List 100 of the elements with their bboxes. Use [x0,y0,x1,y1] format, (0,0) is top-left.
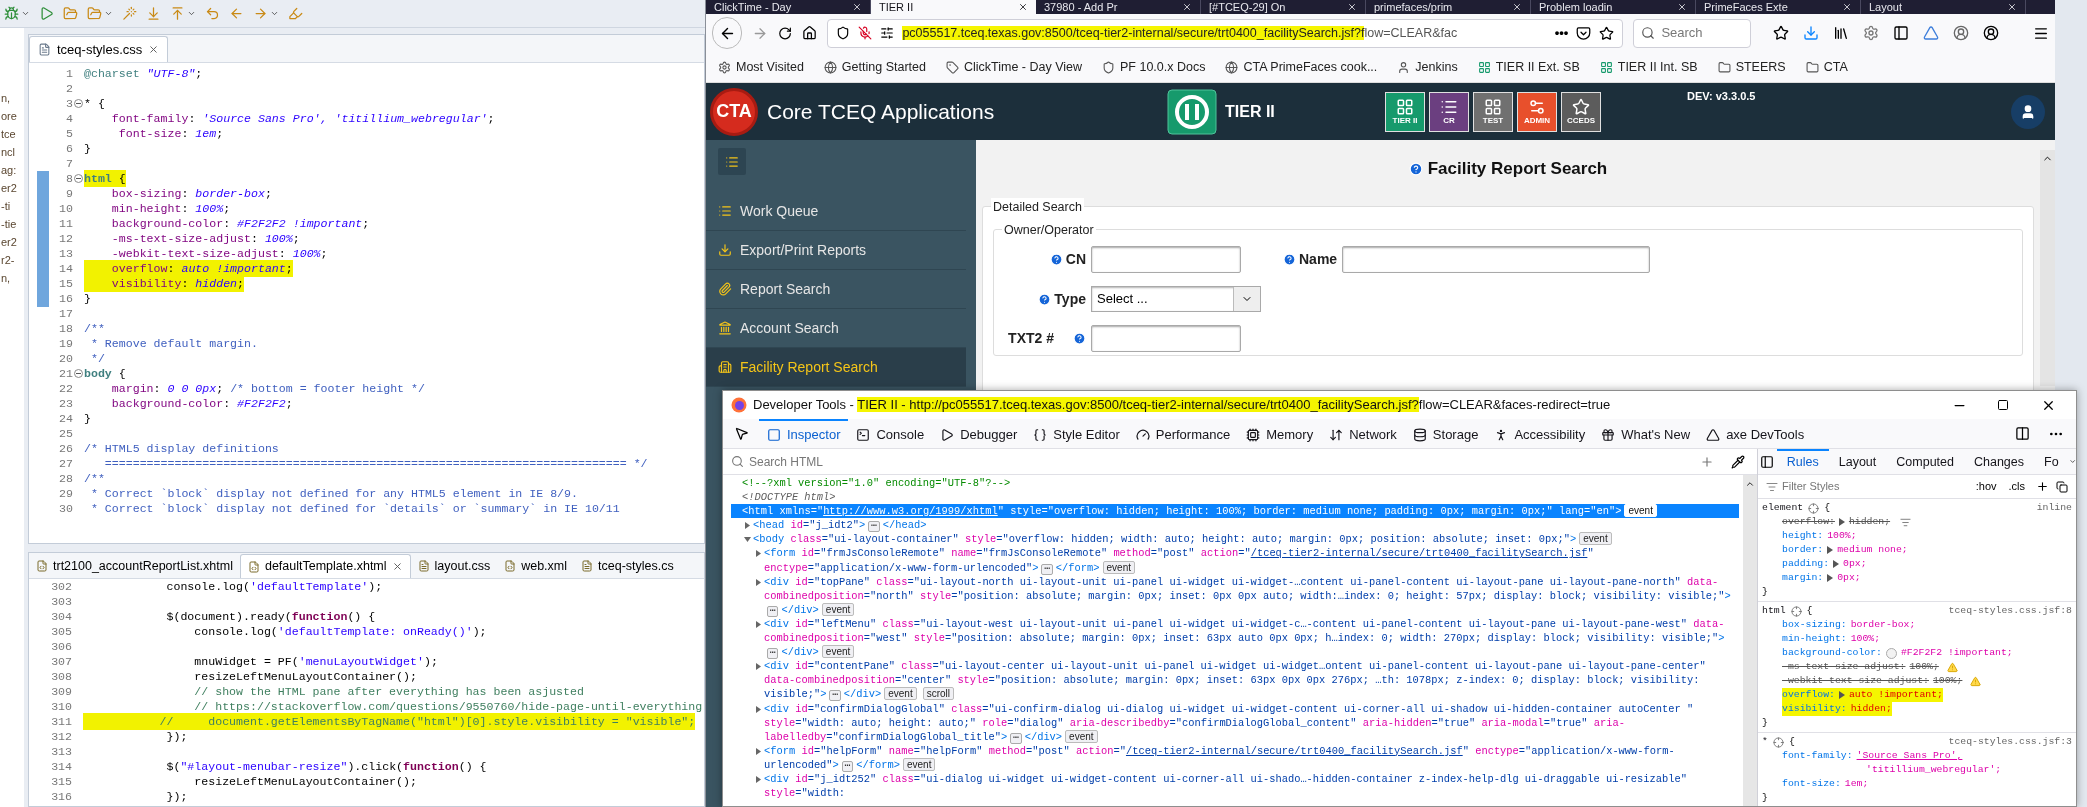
search-field[interactable]: Search [1633,18,1751,48]
collapsed-triangle-icon[interactable] [755,705,762,713]
expanded-triangle-icon[interactable] [744,536,751,544]
devtools-tab[interactable]: axe DevTools [1698,419,1813,448]
devtools-tab[interactable]: Storage [1404,419,1487,448]
rule-source[interactable]: tceq-styles.css.jsf:8 [1948,604,2072,618]
star-icon[interactable] [1599,25,1615,41]
pseudo-toggle[interactable]: :hov [1975,478,1997,495]
markup-node[interactable]: <!DOCTYPE html> [731,490,1739,505]
filter-icon[interactable] [1900,516,1912,528]
property-value[interactable]: medium none; [1837,543,1908,557]
menu-item[interactable]: Work Queue [706,192,966,231]
fold-icon[interactable] [74,174,83,183]
property-name[interactable]: overflow: [1782,688,1835,702]
event-badge[interactable]: event [821,645,855,659]
event-badge[interactable]: event [1624,504,1657,518]
collapsed-ellipsis[interactable]: ⋯ [1010,732,1022,744]
markup-node[interactable]: <head id="j_idt2"> ⋯ </head> [731,518,1739,533]
filter-styles-field[interactable]: Filter Styles [1782,478,1968,495]
bookmark[interactable]: TIER II Int. SB [1599,57,1698,77]
property-value[interactable]: 100%; [1827,529,1857,543]
property-value[interactable]: 100%; [1909,660,1939,674]
markup-node[interactable]: <form id="helpForm" name="helpForm" method="post" action="/tceq-tier2-internal/secure/trt0400_facilitySearch.jsf" enctype="application/x-www-form-urlencoded"> ⋯ </form> event [731,743,1739,772]
property-name[interactable]: font-size: [1782,777,1841,791]
more-actions[interactable]: ••• [1554,23,1569,43]
fold-icon[interactable] [74,369,83,378]
reload-icon[interactable] [778,25,793,41]
pseudo-toggle[interactable]: .cls [2008,478,2025,495]
devtools-tab[interactable]: Memory [1238,419,1322,448]
caret-icon[interactable] [187,9,196,18]
bookmarks-icon[interactable] [1773,25,1789,41]
markup-node[interactable]: <body class="ui-layout-container" style="overflow: hidden; width: auto; height: auto; margin: 0px; position: absolute; inset: 0px;"> event [731,532,1739,547]
editor-tab[interactable]: tceq-styles.css [29,36,169,62]
help-icon[interactable] [1408,162,1423,176]
scrollbar[interactable] [1743,475,1757,806]
property-value[interactable]: 1em; [1844,777,1869,791]
devtools-tab[interactable]: Style Editor [1025,419,1128,448]
collapsed-triangle-icon[interactable] [744,522,751,530]
markup-node[interactable]: <div id="contentPane" class="ui-layout-center ui-layout-unit ui-panel ui-widget ui-widget…ontent ui-panel-content ui-layout-pane ui-layout-pane-center" data-combinedposition="center" style="position: absolute; margin: 0px; inset: 63px 0px 0px 276px; …th: 1078px; z-index: 0; display: block; visibility: visible;"> ⋯ </div> event scroll [731,659,1739,702]
expand-triangle-icon[interactable] [1838,691,1845,699]
add-node-icon[interactable] [1700,454,1714,469]
bookmark[interactable]: Most Visited [718,57,804,77]
editor-tab[interactable]: layout.css [410,554,498,578]
expand-triangle-icon[interactable] [1838,518,1845,526]
text-field[interactable] [1091,246,1241,273]
property-name[interactable]: overflow: [1782,515,1835,529]
search-html-field[interactable]: Search HTML [749,452,1695,471]
highlight-icon[interactable] [1772,736,1784,748]
sidebar-tab[interactable]: Fo [2034,449,2069,474]
rule-source[interactable]: tceq-styles.css.jsf:3 [1948,735,2072,749]
scroll-up-icon[interactable] [1745,479,1755,489]
property-name[interactable]: border: [1782,543,1824,557]
close-icon[interactable] [1677,2,1687,12]
element-picker-icon[interactable] [733,426,749,441]
property-name[interactable]: visibility: [1782,702,1847,716]
highlight-icon[interactable] [1808,502,1820,514]
bookmark[interactable]: PF 10.0.x Docs [1102,57,1206,77]
bookmark[interactable]: CTA [1805,57,1848,77]
collapsed-triangle-icon[interactable] [755,550,762,558]
property-value[interactable]: 0px; [1843,557,1867,571]
toolbar-icon[interactable] [39,6,54,21]
devtools-tab[interactable]: Network [1321,419,1405,448]
sidebar-tab[interactable]: Changes [1964,449,2035,474]
browser-tab[interactable]: TIER II [871,0,1036,14]
app-tile[interactable]: CCEDS [1561,91,1601,132]
triangle-icon[interactable] [1923,25,1939,41]
close-icon[interactable] [1182,2,1192,12]
event-badge[interactable]: event [821,602,855,616]
property-value[interactable]: 0px; [1837,571,1861,585]
sidebar-tab[interactable]: Rules [1776,449,1829,474]
app-tile[interactable]: TIER II [1385,91,1425,132]
editor-tab[interactable]: web.xml [497,554,574,578]
toolbar-icon[interactable] [4,6,19,21]
help-icon[interactable] [1038,292,1052,306]
close-icon[interactable] [1512,2,1522,12]
close-icon[interactable] [2007,2,2017,12]
menu-item[interactable]: Facility Report Search [706,348,966,387]
devtools-tab[interactable]: Accessibility [1486,419,1594,448]
collapsed-triangle-icon[interactable] [755,663,762,671]
bookmark[interactable]: Getting Started [823,57,926,77]
text-field[interactable] [1091,325,1241,352]
user-avatar[interactable] [2011,95,2045,129]
collapsed-ellipsis[interactable]: ⋯ [767,605,779,617]
toggle-pane-icon[interactable] [1760,454,1775,469]
collapsed-triangle-icon[interactable] [755,578,762,586]
download-icon[interactable] [1803,25,1819,41]
collapsed-ellipsis[interactable]: ⋯ [841,760,854,772]
bookmark[interactable]: Jenkins [1397,57,1458,77]
collapsed-triangle-icon[interactable] [755,747,762,755]
type-select[interactable]: Select ... [1091,286,1261,312]
property-name[interactable]: -ms-text-size-adjust: [1782,660,1906,674]
blocked-microphone-icon[interactable] [858,26,873,40]
devtools-tab[interactable]: Performance [1127,419,1239,448]
property-name[interactable]: font-family: [1782,749,1853,763]
collapsed-ellipsis[interactable]: ⋯ [868,521,880,533]
caret-icon[interactable] [104,9,113,18]
editor-tab[interactable]: defaultTemplate.xhtml [239,554,411,578]
sidebar-icon[interactable] [1893,25,1909,41]
eyedropper-icon[interactable] [1731,454,1745,469]
event-badge[interactable]: event [1102,560,1135,574]
